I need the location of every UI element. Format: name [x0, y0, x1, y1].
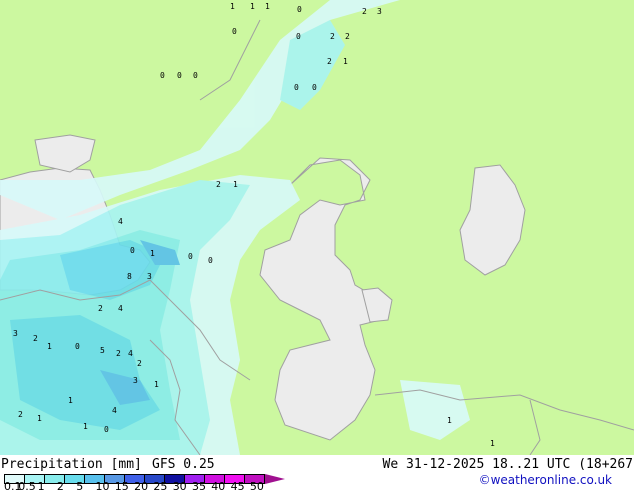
precipitation-value-label: 2 [137, 359, 142, 368]
precipitation-value-label: 3 [133, 376, 138, 385]
precipitation-value-label: 1 [343, 57, 348, 66]
credit-link[interactable]: ©weatheronline.co.uk [479, 473, 612, 487]
precipitation-value-label: 2 [216, 180, 221, 189]
scale-tick-label: 2 [56, 480, 64, 490]
scale-tick-label: 10 [95, 480, 110, 490]
precipitation-value-label: 2 [116, 349, 121, 358]
precipitation-value-label: 4 [128, 349, 133, 358]
precipitation-value-label: 0 [232, 27, 237, 36]
precipitation-value-label: 0 [294, 83, 299, 92]
precipitation-value-label: 2 [345, 32, 350, 41]
scale-tick-label: 35 [192, 480, 206, 490]
precipitation-value-label: 0 [130, 246, 135, 255]
precipitation-value-label: 0 [188, 252, 193, 261]
scale-tick-label: 0.5 [18, 480, 36, 490]
precipitation-value-label: 0 [296, 32, 301, 41]
precipitation-value-label: 1 [68, 396, 73, 405]
model-name: GFS 0.25 [152, 457, 215, 472]
scale-tick-label: 20 [134, 480, 149, 490]
precipitation-value-label: 8 [127, 272, 132, 281]
precipitation-value-label: 0 [104, 425, 109, 434]
precipitation-value-label: 2 [33, 334, 38, 343]
precipitation-value-label: 3 [13, 329, 18, 338]
precipitation-value-label: 2 [98, 304, 103, 313]
precipitation-value-label: 1 [250, 2, 255, 11]
scale-tick-label: 40 [211, 480, 226, 490]
precipitation-value-label: 1 [490, 439, 495, 448]
scale-overflow-arrow [265, 474, 285, 484]
precipitation-value-label: 0 [75, 342, 80, 351]
precipitation-value-label: 1 [154, 380, 159, 389]
precipitation-value-label: 0 [208, 256, 213, 265]
precipitation-value-label: 1 [47, 342, 52, 351]
precipitation-value-label: 1 [37, 414, 42, 423]
precipitation-value-label: 5 [100, 346, 105, 355]
precipitation-value-label: 3 [377, 7, 382, 16]
precipitation-value-label: 0 [177, 71, 182, 80]
precipitation-value-label: 0 [312, 83, 317, 92]
precipitation-value-label: 4 [112, 406, 117, 415]
precipitation-value-label: 4 [118, 217, 123, 226]
precipitation-map: 1 1 1 0 2 300 2 20 0 02 10 02 14100 08 32 4321 0 5 2 43 1214… [0, 0, 634, 455]
precipitation-value-label: 0 [160, 71, 165, 80]
precipitation-value-label: 2 [362, 7, 367, 16]
scale-tick-label: 5 [76, 480, 84, 490]
precipitation-value-label: 2 [327, 57, 332, 66]
precipitation-value-label: 2 [330, 32, 335, 41]
scale-tick-label: 50 [249, 480, 264, 490]
precipitation-value-label: 0 [297, 5, 302, 14]
scale-tick-label: 1 [37, 480, 45, 490]
precipitation-value-label: 4 [118, 304, 123, 313]
precipitation-value-label: 1 [150, 249, 155, 258]
map-title: Precipitation [mm] [1, 457, 142, 472]
scale-tick-label: 30 [172, 480, 187, 490]
precipitation-value-label: 3 [147, 272, 152, 281]
precipitation-value-label: 0 [193, 71, 198, 80]
precipitation-value-label: 1 [447, 416, 452, 425]
precipitation-value-label: 2 [18, 410, 23, 419]
precipitation-value-label: 1 [233, 180, 238, 189]
precipitation-value-label: 1 [230, 2, 235, 11]
valid-time: We 31-12-2025 18..21 UTC (18+267 [382, 457, 633, 472]
scale-tick-label: 25 [153, 480, 168, 490]
scale-tick-label: 15 [114, 480, 129, 490]
precipitation-value-label: 1 [83, 422, 88, 431]
weather-map-view: 1110230022000210021410008324321052431214… [0, 0, 634, 490]
scale-tick-label: 45 [230, 480, 245, 490]
precipitation-value-label: 1 [265, 2, 270, 11]
